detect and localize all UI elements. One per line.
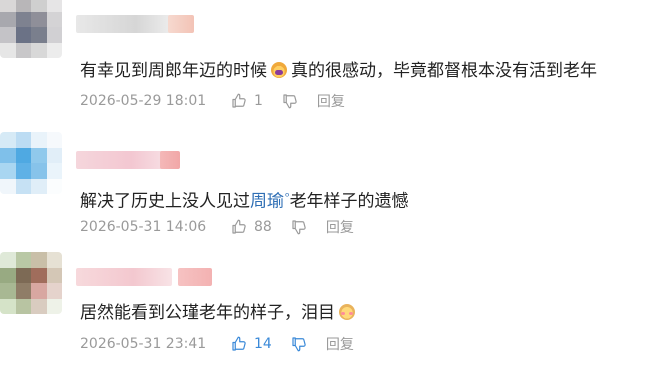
like-button[interactable]: 88 [230,218,272,236]
thumbs-down-icon [281,92,299,110]
mention-link[interactable]: 周瑜 [250,192,284,212]
comment-meta: 2026-05-29 18:01 1 回复 [80,90,345,112]
username-badge [160,151,180,169]
timestamp: 2026-05-31 14:06 [80,219,207,235]
dislike-button[interactable] [281,92,299,110]
comment-text: 有幸见到周郎年迈的时候 真的很感动，毕竟都督根本没有活到老年 [80,61,597,81]
like-button[interactable]: 14 [230,335,272,353]
comment-meta: 2026-05-31 14:06 88 回复 [80,216,354,238]
thumbs-up-icon [230,92,248,110]
thumbs-down-icon [290,335,308,353]
crying-face-icon [271,62,287,78]
timestamp: 2026-05-31 23:41 [80,336,207,352]
dislike-button[interactable] [290,335,308,353]
avatar[interactable] [0,132,62,194]
username[interactable] [76,151,168,169]
username-badge [168,15,194,33]
reply-button[interactable]: 回复 [317,91,345,111]
reply-button[interactable]: 回复 [326,217,354,237]
avatar[interactable] [0,252,62,314]
reply-label: 回复 [316,94,345,110]
avatar[interactable] [0,0,62,58]
like-count: 14 [254,336,272,352]
like-count: 88 [254,219,272,235]
thumbs-down-icon [290,218,308,236]
username-badge [178,268,212,286]
like-count: 1 [254,93,263,109]
reply-label: 回复 [325,220,354,236]
thumbs-up-icon [230,218,248,236]
username[interactable] [76,268,172,286]
blushing-face-icon [339,304,355,320]
comment-text: 解决了历史上没人见过周瑜ᵒ老年样子的遗憾 [80,190,409,212]
comment-text: 居然能看到公瑾老年的样子，泪目 [80,302,359,324]
reply-button[interactable]: 回复 [326,334,354,354]
dislike-button[interactable] [290,218,308,236]
comment-meta: 2026-05-31 23:41 14 回复 [80,333,354,355]
reply-label: 回复 [325,337,354,353]
username[interactable] [76,15,176,33]
like-button[interactable]: 1 [230,92,263,110]
timestamp: 2026-05-29 18:01 [80,93,207,109]
thumbs-up-icon [230,335,248,353]
